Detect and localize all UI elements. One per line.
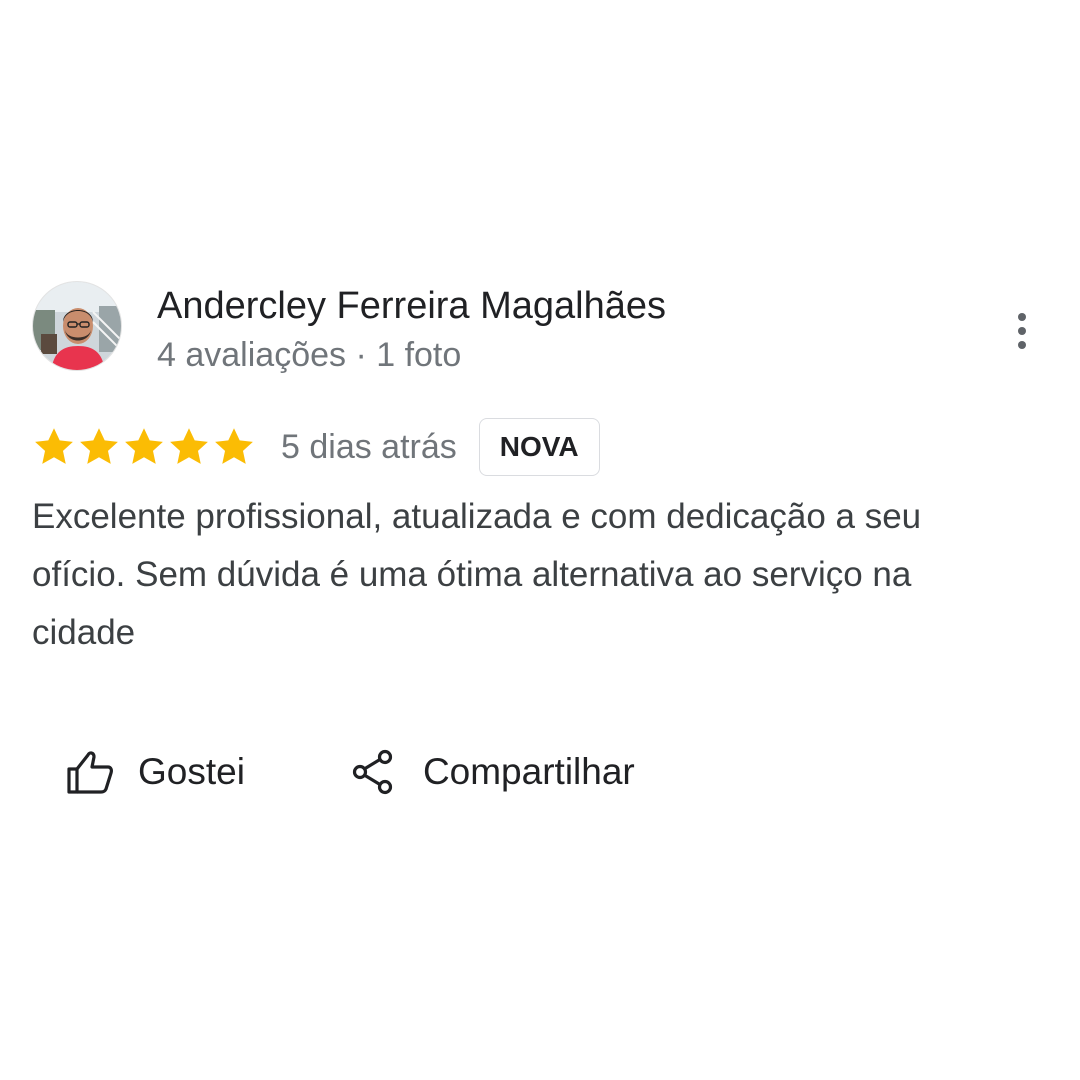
reviewer-name[interactable]: Andercley Ferreira Magalhães (157, 283, 666, 329)
reviewer-avatar[interactable] (32, 281, 122, 371)
star-icon (35, 428, 73, 464)
reviewer-meta: 4 avaliações · 1 foto (157, 336, 462, 374)
star-icon (215, 428, 253, 464)
new-badge: NOVA (478, 418, 600, 476)
star-icon (80, 428, 118, 464)
review-date: 5 dias atrás (281, 428, 457, 466)
share-icon (352, 749, 393, 795)
review-actions: Gostei Compartilhar (66, 740, 635, 804)
star-icon (170, 428, 208, 464)
review-card: Andercley Ferreira Magalhães 4 avaliaçõe… (0, 0, 1080, 1080)
star-rating (32, 425, 256, 469)
avatar-photo (33, 282, 121, 370)
share-label: Compartilhar (422, 751, 635, 792)
share-button[interactable]: Compartilhar (351, 749, 635, 795)
more-options-button[interactable] (1002, 306, 1042, 356)
like-label: Gostei (138, 751, 245, 792)
thumbs-up-icon (67, 751, 113, 794)
like-button[interactable]: Gostei (66, 749, 245, 795)
review-text: Excelente profissional, atualizada e com… (32, 497, 922, 652)
rating-row: 5 dias atrás NOVA (32, 417, 600, 477)
more-vert-icon (1018, 313, 1026, 349)
star-icon (125, 428, 163, 464)
